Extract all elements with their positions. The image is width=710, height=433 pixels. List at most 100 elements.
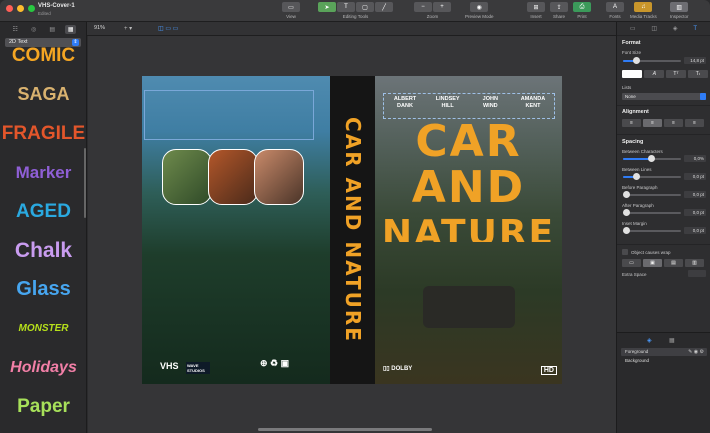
minimize-window-button[interactable] bbox=[17, 5, 24, 12]
editing-tools-control[interactable]: ➤ T ▢ ╱ Editing Tools bbox=[318, 2, 393, 19]
style-item[interactable]: Marker bbox=[0, 153, 87, 192]
shape-tool-icon[interactable]: ▢ bbox=[356, 2, 374, 12]
cast-name[interactable]: JOHN WIND bbox=[472, 94, 508, 118]
between-characters-field[interactable]: 0,0% bbox=[684, 155, 706, 162]
text-tab-icon[interactable]: T bbox=[693, 26, 697, 32]
fonts-icon[interactable]: A bbox=[606, 2, 624, 12]
layer-foreground[interactable]: Foreground ✎ ◉ ⚙ bbox=[621, 348, 707, 356]
layer-tools-icon[interactable]: ✎ ◉ ⚙ bbox=[688, 348, 704, 356]
canvas-horizontal-scrollbar[interactable] bbox=[258, 428, 432, 431]
print-control[interactable]: ⎙ Print bbox=[573, 2, 591, 19]
style-item[interactable]: SAGA bbox=[0, 75, 87, 114]
style-item[interactable]: Glass bbox=[0, 270, 87, 309]
align-justify-icon[interactable]: ≡ bbox=[685, 119, 704, 127]
style-tab-icon[interactable]: ◈ bbox=[673, 25, 678, 32]
media-tracks-icon[interactable]: ♫ bbox=[634, 2, 653, 12]
photo-hexagon-3[interactable] bbox=[254, 149, 304, 205]
before-paragraph-slider[interactable] bbox=[623, 191, 681, 198]
layers-tab-icon[interactable]: ◈ bbox=[647, 337, 652, 344]
effects-tab-icon[interactable]: ▦ bbox=[65, 24, 77, 34]
slider-knob[interactable] bbox=[623, 191, 630, 198]
share-control[interactable]: ⇪ Share bbox=[550, 2, 568, 19]
media-tracks-control[interactable]: ♫ Media Tracks bbox=[630, 2, 657, 19]
slider-knob[interactable] bbox=[623, 227, 630, 234]
zoom-window-button[interactable] bbox=[28, 5, 35, 12]
style-item[interactable]: AGED bbox=[0, 192, 87, 231]
style-item[interactable]: FRAGILE bbox=[0, 114, 87, 153]
view-control[interactable]: ▭ View bbox=[282, 2, 300, 19]
line-tool-icon[interactable]: ╱ bbox=[375, 2, 393, 12]
styles-scrollbar[interactable] bbox=[84, 148, 86, 218]
text-color-swatch[interactable] bbox=[622, 70, 642, 78]
print-icon[interactable]: ⎙ bbox=[573, 2, 591, 12]
preview-mode-control[interactable]: ◉ Preview Mode bbox=[465, 2, 494, 19]
wrap-top-bottom-icon[interactable]: ▤ bbox=[664, 259, 683, 267]
document-tab-icon[interactable]: ▭ bbox=[630, 25, 636, 32]
zoom-out-icon[interactable]: − bbox=[414, 2, 432, 12]
superscript-icon[interactable]: Tᵀ bbox=[666, 70, 686, 78]
text-style-icon[interactable]: 𝐴 bbox=[644, 70, 664, 78]
after-paragraph-field[interactable]: 0,0 pt bbox=[684, 209, 706, 216]
style-item[interactable]: MONSTER bbox=[0, 309, 87, 348]
photo-hexagon-2[interactable] bbox=[208, 149, 258, 205]
font-size-field[interactable]: 14,8 pt bbox=[684, 57, 706, 64]
inset-margin-slider[interactable] bbox=[623, 227, 681, 234]
cover-back[interactable]: VHS WAVE STUDIOS ⊕ ♻ ▣ bbox=[142, 76, 330, 384]
image-styles-tab-icon[interactable]: ▤ bbox=[47, 25, 58, 34]
style-item[interactable]: Chalk bbox=[0, 231, 87, 270]
sidebar-icon[interactable]: ▭ bbox=[282, 2, 300, 12]
inspector-control[interactable]: ▥ Inspector bbox=[670, 2, 689, 19]
align-right-icon[interactable]: ≡ bbox=[664, 119, 683, 127]
after-paragraph-slider[interactable] bbox=[623, 209, 681, 216]
extra-space-field[interactable] bbox=[688, 270, 706, 277]
lists-select[interactable]: None bbox=[622, 93, 706, 100]
add-icon[interactable]: + ▾ bbox=[124, 25, 132, 32]
between-lines-slider[interactable] bbox=[623, 173, 681, 180]
vhs-cover[interactable]: VHS WAVE STUDIOS ⊕ ♻ ▣ CAR AND NATURE AL… bbox=[142, 76, 562, 384]
zoom-level[interactable]: 91% bbox=[94, 25, 105, 31]
zoom-control[interactable]: − + Zoom bbox=[414, 2, 451, 19]
font-size-slider[interactable] bbox=[623, 57, 681, 64]
object-wrap-checkbox[interactable] bbox=[622, 249, 628, 255]
front-title-line-2[interactable]: AND bbox=[375, 166, 562, 210]
align-left-icon[interactable]: ≡ bbox=[622, 119, 641, 127]
wrap-inline-icon[interactable]: ▥ bbox=[685, 259, 704, 267]
text-tool-icon[interactable]: T bbox=[337, 2, 355, 12]
wrap-around-icon[interactable]: ▣ bbox=[643, 259, 662, 267]
between-lines-field[interactable]: 0,0 pt bbox=[684, 173, 706, 180]
style-item[interactable]: COMIC bbox=[0, 36, 87, 75]
cast-name[interactable]: ALBERT DANK bbox=[387, 94, 423, 118]
pointer-tool-icon[interactable]: ➤ bbox=[318, 2, 336, 12]
cast-name[interactable]: AMANDA KENT bbox=[515, 94, 551, 118]
share-icon[interactable]: ⇪ bbox=[550, 2, 568, 12]
inspector-icon[interactable]: ▥ bbox=[670, 2, 689, 12]
wrap-none-icon[interactable]: ▭ bbox=[622, 259, 641, 267]
photo-hexagon-1[interactable] bbox=[162, 149, 212, 205]
layout-icon[interactable]: ◫ ▭ ▭ bbox=[158, 25, 178, 32]
between-characters-slider[interactable] bbox=[623, 155, 681, 162]
arrange-tab-icon[interactable]: ◫ bbox=[651, 25, 657, 32]
zoom-in-icon[interactable]: + bbox=[433, 2, 451, 12]
insert-icon[interactable]: ⊞ bbox=[527, 2, 545, 12]
eye-icon[interactable]: ◉ bbox=[470, 2, 489, 12]
slider-knob[interactable] bbox=[648, 155, 655, 162]
slider-knob[interactable] bbox=[633, 173, 640, 180]
cover-spine[interactable]: CAR AND NATURE bbox=[330, 76, 375, 384]
inset-margin-field[interactable]: 0,0 pt bbox=[684, 227, 706, 234]
subscript-icon[interactable]: Tₜ bbox=[688, 70, 708, 78]
fonts-control[interactable]: A Fonts bbox=[606, 2, 624, 19]
slider-knob[interactable] bbox=[623, 209, 630, 216]
cast-name[interactable]: LINDSEY HILL bbox=[430, 94, 466, 118]
cover-front[interactable]: ALBERT DANK LINDSEY HILL JOHN WIND AMANDA KENT … bbox=[375, 76, 562, 384]
front-title-line-3[interactable]: NATURE bbox=[375, 214, 562, 242]
style-item[interactable]: Holidays bbox=[0, 348, 87, 387]
layer-background[interactable]: Background bbox=[621, 357, 707, 365]
insert-control[interactable]: ⊞ Insert bbox=[527, 2, 545, 19]
style-item[interactable]: Paper bbox=[0, 387, 87, 426]
align-center-icon[interactable]: ≡ bbox=[643, 119, 662, 127]
front-title-line-1[interactable]: CAR bbox=[375, 120, 562, 164]
text-styles-tab-icon[interactable]: ☷ bbox=[10, 25, 21, 34]
shape-styles-tab-icon[interactable]: ◎ bbox=[28, 25, 39, 34]
text-box-selection[interactable] bbox=[144, 90, 314, 140]
close-window-button[interactable] bbox=[6, 5, 13, 12]
